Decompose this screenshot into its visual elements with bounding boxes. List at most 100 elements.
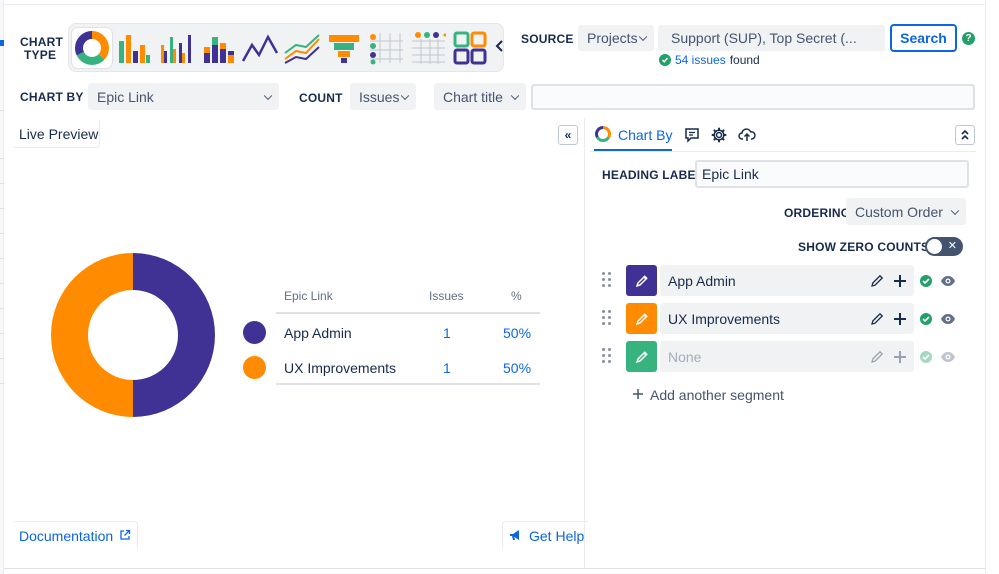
chart-by-select[interactable]: Epic Link [88, 83, 279, 110]
heat-table-chart-icon[interactable] [408, 28, 448, 68]
legend-percent[interactable]: 50% [503, 360, 531, 376]
count-select[interactable]: Issues [350, 83, 416, 110]
gutter-marker [0, 40, 4, 46]
legend-count[interactable]: 1 [443, 325, 451, 341]
toggle-knob [927, 239, 942, 254]
pencil-icon[interactable] [869, 273, 885, 289]
donut-chart-icon [594, 125, 612, 146]
plus-icon[interactable] [892, 311, 908, 327]
eye-icon[interactable] [940, 349, 956, 365]
color-picker-button[interactable] [626, 303, 657, 334]
donut-chart-icon[interactable] [72, 28, 112, 68]
comment-icon[interactable] [683, 126, 701, 144]
add-segment-button[interactable]: Add another segment [632, 387, 784, 403]
live-preview-tab[interactable]: Live Preview [14, 120, 100, 148]
gutter-tick [0, 158, 4, 159]
chevron-down-icon [510, 91, 520, 100]
color-picker-button[interactable] [626, 341, 657, 372]
eyedropper-icon [635, 312, 648, 325]
legend-col-epic-link: Epic Link [284, 289, 333, 303]
gutter-tick [0, 333, 4, 334]
plus-icon [632, 387, 644, 403]
expand-panel-button[interactable] [955, 125, 975, 145]
show-zero-counts-toggle[interactable]: ✕ [925, 237, 963, 256]
panel-divider [584, 118, 585, 568]
documentation-link[interactable]: Documentation [14, 521, 139, 549]
issues-found-status: 54 issues found [659, 53, 760, 67]
plus-icon[interactable] [892, 349, 908, 365]
panel-tab-rule [590, 151, 976, 152]
legend-percent[interactable]: 50% [503, 325, 531, 341]
drag-handle-icon[interactable] [602, 310, 612, 326]
chart-title-input[interactable] [531, 84, 975, 110]
chart-by-value: Epic Link [97, 88, 154, 105]
ordering-label: ORDERING [784, 206, 851, 220]
issues-found-count[interactable]: 54 issues [675, 53, 726, 67]
bar-chart-icon[interactable] [114, 28, 154, 68]
eye-icon[interactable] [940, 311, 956, 327]
segment-row: App Admin [600, 265, 970, 297]
eyedropper-icon [635, 274, 648, 287]
source-type-value: Projects [587, 30, 638, 46]
heading-label-caption: HEADING LABEL [602, 168, 704, 182]
eye-icon[interactable] [940, 273, 956, 289]
pencil-icon[interactable] [869, 349, 885, 365]
legend-label: UX Improvements [284, 360, 397, 376]
external-link-icon [119, 528, 131, 544]
help-icon[interactable]: ? [962, 32, 975, 45]
grouped-bar-chart-icon[interactable] [156, 28, 196, 68]
frame-top-border [4, 4, 985, 5]
donut-slice-app-admin[interactable] [133, 253, 215, 417]
source-type-select[interactable]: Projects [578, 25, 654, 51]
dot-matrix-chart-icon[interactable] [366, 28, 406, 68]
count-label: COUNT [299, 91, 343, 105]
chart-title-mode-select[interactable]: Chart title [434, 83, 526, 110]
source-projects-select[interactable]: Support (SUP), Top Secret (... [658, 25, 885, 51]
drag-handle-icon[interactable] [602, 348, 612, 364]
legend-count[interactable]: 1 [443, 360, 451, 376]
chart-type-label-line2: TYPE [24, 48, 57, 62]
source-label: SOURCE [521, 32, 574, 46]
search-button[interactable]: Search [890, 24, 957, 52]
check-circle-icon[interactable] [918, 311, 934, 327]
check-circle-icon[interactable] [918, 273, 934, 289]
donut-chart [51, 253, 215, 417]
color-picker-button[interactable] [626, 265, 657, 296]
gutter-tick [0, 208, 4, 209]
drag-handle-icon[interactable] [602, 272, 612, 288]
chart-type-picker [68, 23, 504, 72]
gutter-tick [0, 233, 4, 234]
multi-line-chart-icon[interactable] [282, 28, 322, 68]
megaphone-icon [509, 528, 523, 544]
chevron-down-icon [950, 206, 960, 215]
toggle-off-icon: ✕ [947, 240, 957, 252]
cloud-upload-icon[interactable] [738, 126, 756, 144]
stacked-bar-chart-icon[interactable] [198, 28, 238, 68]
funnel-chart-icon[interactable] [324, 28, 364, 68]
check-circle-icon[interactable] [918, 349, 934, 365]
heading-label-input[interactable]: Epic Link [695, 160, 969, 188]
source-projects-value: Support (SUP), Top Secret (... [671, 30, 857, 46]
chart-title-mode-value: Chart title [443, 88, 503, 105]
line-chart-icon[interactable] [240, 28, 280, 68]
chevron-down-icon [400, 91, 410, 100]
gutter-tick [0, 283, 4, 284]
ordering-select[interactable]: Custom Order [846, 198, 966, 225]
pencil-icon[interactable] [869, 311, 885, 327]
donut-slice-ux-improvements[interactable] [51, 253, 133, 417]
chevron-down-icon [263, 91, 273, 100]
legend-col-percent: % [511, 289, 522, 303]
get-help-button[interactable]: Get Help [502, 521, 589, 549]
tiles-chart-icon[interactable] [450, 28, 490, 68]
gutter-tick [0, 308, 4, 309]
left-gutter [0, 0, 4, 574]
chart-type-label: CHART TYPE [20, 36, 63, 62]
tab-chart-by[interactable]: Chart By [594, 124, 672, 146]
gutter-tick [0, 110, 4, 111]
issues-found-suffix: found [729, 53, 760, 67]
frame-bottom-border [4, 568, 985, 569]
collapse-preview-button[interactable]: « [558, 125, 578, 145]
gear-icon[interactable] [710, 126, 728, 144]
chart-type-collapse-chevron-icon[interactable] [495, 39, 505, 55]
plus-icon[interactable] [892, 273, 908, 289]
